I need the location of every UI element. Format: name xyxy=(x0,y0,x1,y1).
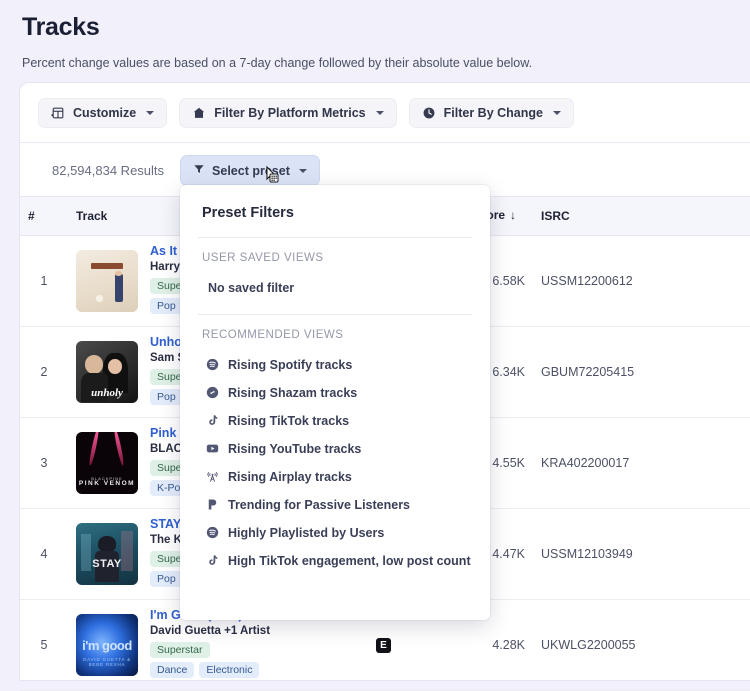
tag-genre[interactable]: Pop xyxy=(150,297,183,314)
dropdown-item-rising-spotify-tracks[interactable]: Rising Spotify tracks xyxy=(180,351,490,379)
dropdown-item-label: Rising Shazam tracks xyxy=(228,386,358,400)
album-art[interactable]: BLACKPINK PINK VENOM xyxy=(76,431,138,494)
column-header-isrc[interactable]: ISRC xyxy=(533,196,750,236)
tag-superstar[interactable]: Superstar xyxy=(150,641,210,658)
row-isrc: USSM12103949 xyxy=(533,508,750,600)
preset-filters-dropdown: Preset Filters USER SAVED VIEWS No saved… xyxy=(180,185,490,620)
row-isrc: UKWLG2200055 xyxy=(533,599,750,691)
row-rank: 3 xyxy=(20,417,68,509)
tiktok-icon xyxy=(206,554,220,568)
sort-desc-icon[interactable]: ↓ xyxy=(510,208,516,222)
genre-tags: Dance Electronic xyxy=(150,661,270,678)
dropdown-item-label: Trending for Passive Listeners xyxy=(228,498,411,512)
album-art[interactable] xyxy=(76,249,138,312)
youtube-icon xyxy=(206,442,220,456)
column-header-num[interactable]: # xyxy=(20,196,68,236)
row-isrc: USSM12200612 xyxy=(533,235,750,327)
dropdown-item-trending-for-passive-listeners[interactable]: Trending for Passive Listeners xyxy=(180,491,490,519)
explicit-badge: E xyxy=(376,637,391,653)
dropdown-item-rising-airplay-tracks[interactable]: Rising Airplay tracks xyxy=(180,463,490,491)
tiktok-icon xyxy=(206,414,220,428)
dropdown-title: Preset Filters xyxy=(202,205,294,221)
filter-toolbar: Customize Filter By Platform Metrics Fil… xyxy=(20,83,750,143)
dropdown-item-label: Rising Spotify tracks xyxy=(228,358,353,372)
page-title: Tracks xyxy=(22,13,100,41)
filter-platform-metrics-label: Filter By Platform Metrics xyxy=(214,106,366,120)
row-rank: 5 xyxy=(20,599,68,691)
platform-icon xyxy=(192,106,206,120)
spotify-icon xyxy=(206,526,220,540)
tag-genre[interactable]: Pop xyxy=(150,570,183,587)
table-columns-icon xyxy=(51,106,65,120)
row-rank: 4 xyxy=(20,508,68,600)
filter-icon xyxy=(193,163,205,178)
dropdown-item-high-tiktok-engagement-low-post-count[interactable]: High TikTok engagement, low post count xyxy=(180,547,490,575)
row-rank: 1 xyxy=(20,235,68,327)
artist-name[interactable]: David Guetta +1 Artist xyxy=(150,625,270,637)
results-count: 82,594,834 Results xyxy=(52,163,165,178)
dropdown-item-label: Rising YouTube tracks xyxy=(228,442,362,456)
select-preset-label: Select preset xyxy=(212,163,290,178)
filter-by-change-label: Filter By Change xyxy=(443,106,543,120)
dropdown-group-label-user-saved: USER SAVED VIEWS xyxy=(202,252,324,264)
dropdown-item-label: Rising Airplay tracks xyxy=(228,470,352,484)
dropdown-item-no-saved-filter[interactable]: No saved filter xyxy=(180,274,490,302)
filter-platform-metrics-button[interactable]: Filter By Platform Metrics xyxy=(179,98,397,128)
radio-tower-icon xyxy=(206,470,220,484)
album-art[interactable]: i'm good DAVID GUETTA & BEBE REXHA xyxy=(76,613,138,676)
pandora-icon xyxy=(206,498,220,512)
dropdown-recommended-list: Rising Spotify tracks Rising Shazam track… xyxy=(180,351,490,575)
row-isrc: KRA402200017 xyxy=(533,417,750,509)
superstar-tags: Superstar xyxy=(150,641,270,658)
customize-button[interactable]: Customize xyxy=(38,98,168,128)
dropdown-item-label: High TikTok engagement, low post count xyxy=(228,554,471,568)
tag-genre[interactable]: Pop xyxy=(150,388,183,405)
dropdown-item-rising-youtube-tracks[interactable]: Rising YouTube tracks xyxy=(180,435,490,463)
dropdown-item-label: Rising TikTok tracks xyxy=(228,414,350,428)
chevron-down-icon xyxy=(375,111,384,115)
page-subtitle: Percent change values are based on a 7-d… xyxy=(22,55,533,70)
dropdown-item-rising-shazam-tracks[interactable]: Rising Shazam tracks xyxy=(180,379,490,407)
shazam-icon xyxy=(206,386,220,400)
row-isrc: GBUM72205415 xyxy=(533,326,750,418)
album-art[interactable]: STAY xyxy=(76,522,138,585)
dropdown-group-label-recommended: RECOMMENDED VIEWS xyxy=(202,329,344,341)
filter-by-change-button[interactable]: Filter By Change xyxy=(408,98,574,128)
spotify-icon xyxy=(206,358,220,372)
customize-label: Customize xyxy=(73,106,137,120)
album-art[interactable]: unholy xyxy=(76,340,138,403)
dropdown-item-label: No saved filter xyxy=(208,281,295,295)
chevron-down-icon xyxy=(146,111,155,115)
dropdown-item-highly-playlisted-by-users[interactable]: Highly Playlisted by Users xyxy=(180,519,490,547)
page-header: Tracks Percent change values are based o… xyxy=(0,0,750,70)
dropdown-item-label: Highly Playlisted by Users xyxy=(228,526,385,540)
dropdown-item-rising-tiktok-tracks[interactable]: Rising TikTok tracks xyxy=(180,407,490,435)
row-rank: 2 xyxy=(20,326,68,418)
chevron-down-icon xyxy=(298,168,307,173)
clock-icon xyxy=(422,106,436,120)
select-preset-button[interactable]: Select preset xyxy=(180,155,320,186)
chevron-down-icon xyxy=(552,111,561,115)
tag-genre[interactable]: Dance xyxy=(150,661,195,678)
tag-genre[interactable]: Electronic xyxy=(199,661,260,678)
